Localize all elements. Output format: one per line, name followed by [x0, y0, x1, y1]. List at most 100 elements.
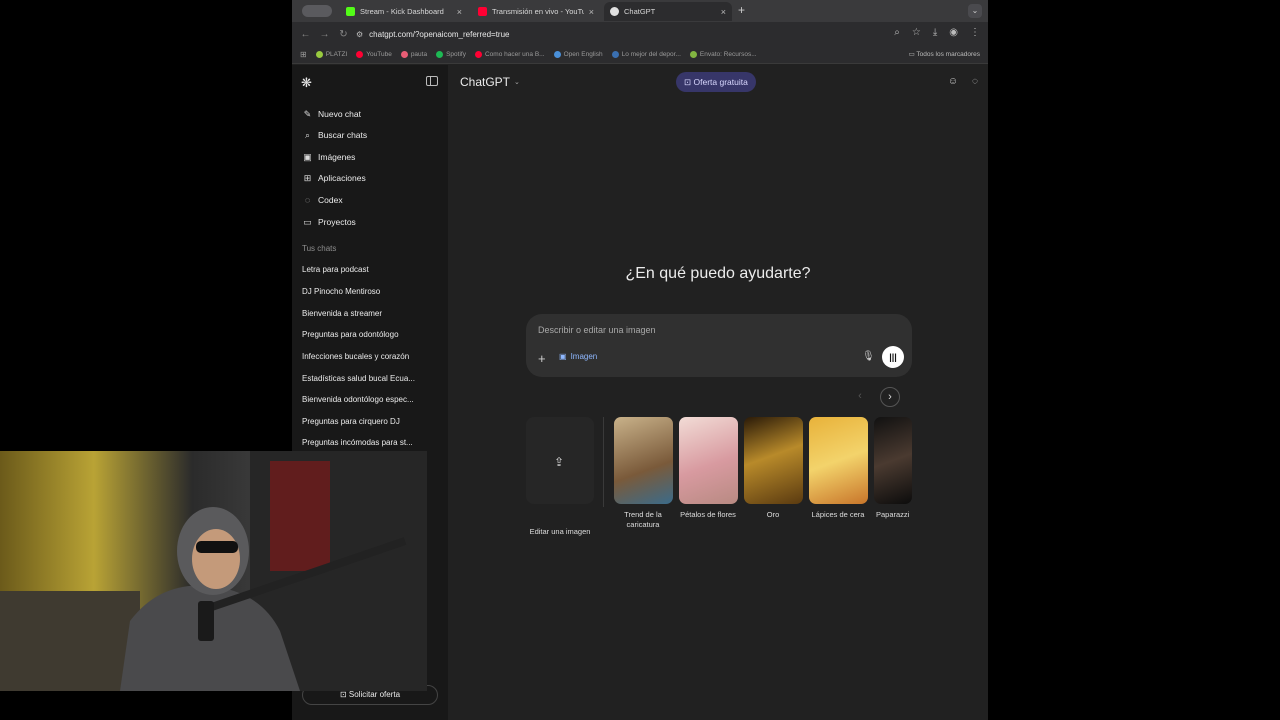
- chat-item[interactable]: Preguntas para cirquero DJ: [302, 417, 432, 426]
- nav-search-chats[interactable]: ⌕ Buscar chats: [302, 126, 367, 144]
- chat-item[interactable]: Bienvenida odontólogo espec...: [302, 395, 432, 404]
- platzi-icon: [315, 51, 323, 58]
- model-name: ChatGPT: [460, 75, 511, 89]
- all-bookmarks-label: Todos los marcadores: [916, 51, 980, 58]
- images-icon: ▣: [303, 151, 312, 162]
- search-icon: ⌕: [304, 129, 311, 140]
- carousel-next-icon[interactable]: ›: [880, 387, 900, 407]
- bookmark-open-english[interactable]: Open English: [553, 51, 603, 58]
- tab-label: Stream - Kick Dashboard: [360, 7, 444, 16]
- profile-icon[interactable]: ☺: [948, 76, 958, 87]
- chat-item[interactable]: Preguntas para odontólogo: [302, 330, 432, 339]
- openai-logo-icon[interactable]: ❋: [301, 75, 312, 91]
- open-english-icon: [553, 51, 561, 58]
- chip-label: Imagen: [570, 352, 598, 361]
- chatgpt-icon: [610, 7, 619, 16]
- bookmark-platzi[interactable]: PLATZI: [315, 51, 347, 58]
- close-tab-icon[interactable]: ×: [457, 7, 462, 17]
- kick-icon: [346, 7, 355, 16]
- chat-item[interactable]: Infecciones bucales y corazón: [302, 352, 432, 361]
- chat-item[interactable]: DJ Pinocho Mentiroso: [302, 287, 432, 296]
- forward-icon[interactable]: →: [315, 29, 334, 40]
- prompt-composer[interactable]: Describir o editar una imagen + ▣ Imagen …: [526, 314, 912, 377]
- voice-mode-icon[interactable]: |||: [882, 346, 904, 368]
- bookmark-youtube[interactable]: YouTube: [356, 51, 392, 58]
- chat-item[interactable]: Preguntas incómodas para st...: [302, 438, 432, 447]
- image-mode-chip[interactable]: ▣ Imagen: [559, 352, 597, 361]
- site-info-icon[interactable]: ⚙: [356, 30, 363, 39]
- chat-item[interactable]: Estadísticas salud bucal Ecua...: [302, 374, 432, 383]
- add-icon[interactable]: +: [538, 351, 546, 366]
- menu-icon[interactable]: ⋮: [970, 27, 980, 38]
- bookmark-label: YouTube: [366, 51, 392, 58]
- sports-icon: [611, 51, 619, 58]
- bookmark-label: pauta: [410, 51, 428, 58]
- pauta-icon: [400, 51, 408, 58]
- style-card-label: Lápices de cera: [811, 510, 865, 519]
- image-icon: ▣: [559, 352, 567, 361]
- bookmark-envato[interactable]: Envato: Recursos...: [689, 51, 757, 58]
- prompt-input[interactable]: Describir o editar una imagen: [538, 325, 656, 335]
- url-text[interactable]: chatgpt.com/?openaicom_referred=true: [369, 30, 509, 39]
- tab-youtube-live[interactable]: Transmisión en vivo - YouTub ×: [472, 2, 600, 21]
- upload-label: Editar una imagen: [529, 527, 591, 536]
- bookmark-spotify[interactable]: Spotify: [436, 51, 466, 58]
- tab-chatgpt[interactable]: ChatGPT ×: [604, 2, 732, 21]
- style-card-caricature[interactable]: [614, 417, 673, 504]
- new-tab-icon[interactable]: +: [738, 3, 745, 17]
- apps-icon: ⊞: [303, 172, 312, 183]
- nav-codex[interactable]: ◌ Codex: [302, 191, 343, 209]
- nav-images[interactable]: ▣ Imágenes: [302, 148, 355, 166]
- tab-search-icon[interactable]: ⌄: [968, 4, 982, 18]
- zoom-icon[interactable]: ⌕: [894, 27, 900, 38]
- style-card-petals[interactable]: [679, 417, 738, 504]
- nav-projects[interactable]: ▭ Proyectos: [302, 213, 356, 231]
- bookmark-pauta[interactable]: pauta: [400, 51, 428, 58]
- page-title: ¿En qué puedo ayudarte?: [625, 265, 811, 282]
- chats-section-title: Tus chats: [302, 244, 337, 253]
- nav-label: Nuevo chat: [318, 109, 361, 119]
- tab-label: ChatGPT: [624, 7, 656, 16]
- bookmark-label: Como hacer una B...: [484, 51, 545, 58]
- free-offer-button[interactable]: ⊡ Oferta gratuita: [676, 72, 756, 92]
- style-card-crayons[interactable]: [809, 417, 868, 504]
- microphone-icon[interactable]: 🎙: [862, 351, 875, 362]
- new-chat-icon: ✎: [303, 108, 312, 119]
- bookmark-label: Open English: [563, 51, 603, 58]
- style-card-paparazzi[interactable]: [874, 417, 912, 504]
- upload-icon: ⇪: [554, 455, 565, 469]
- youtube-icon: [478, 7, 487, 16]
- carousel-prev-icon[interactable]: ‹: [850, 387, 870, 407]
- style-card-gold[interactable]: [744, 417, 803, 504]
- webcam-figure: [0, 451, 427, 691]
- address-bar[interactable]: ⚙ chatgpt.com/?openaicom_referred=true: [356, 25, 916, 43]
- model-selector[interactable]: ChatGPT ⌄: [460, 75, 520, 89]
- temporary-chat-icon[interactable]: ◌: [972, 76, 978, 87]
- bookmark-deporte[interactable]: Lo mejor del depor...: [611, 51, 681, 58]
- nav-label: Imágenes: [318, 152, 356, 162]
- bookmark-star-icon[interactable]: ☆: [912, 27, 921, 38]
- download-icon[interactable]: ⤓: [933, 27, 937, 38]
- chat-item[interactable]: Bienvenida a streamer: [302, 309, 432, 318]
- reload-icon[interactable]: ↻: [334, 29, 353, 40]
- close-tab-icon[interactable]: ×: [589, 7, 594, 17]
- spotify-icon: [436, 51, 444, 58]
- gift-icon: ⊡: [684, 77, 692, 87]
- all-bookmarks[interactable]: ▭ Todos los marcadores: [909, 50, 980, 58]
- tab-label: Transmisión en vivo - YouTub: [492, 7, 584, 16]
- bookmark-label: Lo mejor del depor...: [621, 51, 681, 58]
- window-controls[interactable]: [302, 5, 332, 17]
- apps-grid-icon[interactable]: ⊞: [300, 50, 307, 59]
- nav-label: Proyectos: [318, 217, 356, 227]
- back-icon[interactable]: ←: [296, 29, 315, 40]
- chat-item[interactable]: Letra para podcast: [302, 265, 432, 274]
- close-tab-icon[interactable]: ×: [721, 7, 726, 17]
- tab-kick-dashboard[interactable]: Stream - Kick Dashboard ×: [340, 2, 468, 21]
- nav-apps[interactable]: ⊞ Aplicaciones: [302, 169, 366, 187]
- sidebar-toggle-icon[interactable]: [426, 76, 438, 86]
- chevron-down-icon: ⌄: [514, 79, 520, 86]
- extension-icon[interactable]: ◉: [949, 27, 958, 38]
- nav-new-chat[interactable]: ✎ Nuevo chat: [302, 105, 361, 123]
- edit-image-upload[interactable]: ⇪: [526, 417, 594, 504]
- bookmark-como-hacer[interactable]: Como hacer una B...: [474, 51, 545, 58]
